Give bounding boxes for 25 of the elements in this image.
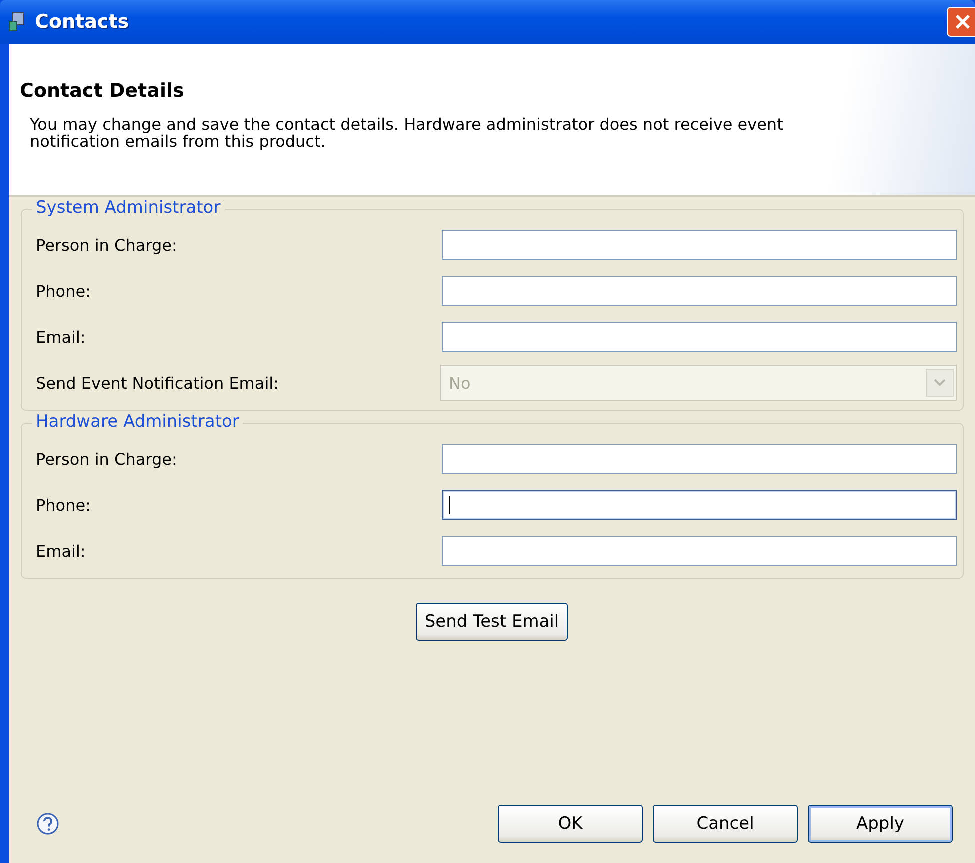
close-button[interactable] bbox=[947, 7, 975, 37]
field-label: Send Event Notification Email: bbox=[36, 374, 279, 392]
app-icon bbox=[9, 12, 27, 32]
field-label: Phone: bbox=[36, 496, 91, 514]
field-label: Email: bbox=[36, 328, 86, 346]
description: You may change and save the contact details. Hardware administrator does not receive event notification emails from this product. bbox=[29, 116, 784, 150]
input-field[interactable] bbox=[442, 444, 957, 474]
help-icon[interactable] bbox=[37, 813, 59, 835]
close-icon bbox=[954, 13, 972, 31]
field-label: Phone: bbox=[36, 282, 91, 300]
input-field[interactable] bbox=[442, 276, 957, 306]
input-field[interactable] bbox=[442, 490, 957, 520]
input-field[interactable] bbox=[442, 322, 957, 352]
field-label: Person in Charge: bbox=[36, 236, 178, 254]
send-test-email-button[interactable]: Send Test Email bbox=[416, 603, 568, 641]
dialog-button[interactable]: Apply bbox=[808, 805, 953, 843]
group-title: System Administrator bbox=[32, 198, 225, 218]
field-label: Email: bbox=[36, 542, 86, 560]
page-title: Contact Details bbox=[20, 80, 186, 102]
window-title: Contacts bbox=[35, 11, 130, 33]
input-field[interactable] bbox=[442, 536, 957, 566]
dialog-button[interactable]: Cancel bbox=[653, 805, 798, 843]
dialog-button[interactable]: OK bbox=[498, 805, 643, 843]
field-label: Person in Charge: bbox=[36, 450, 178, 468]
input-field[interactable] bbox=[442, 230, 957, 260]
